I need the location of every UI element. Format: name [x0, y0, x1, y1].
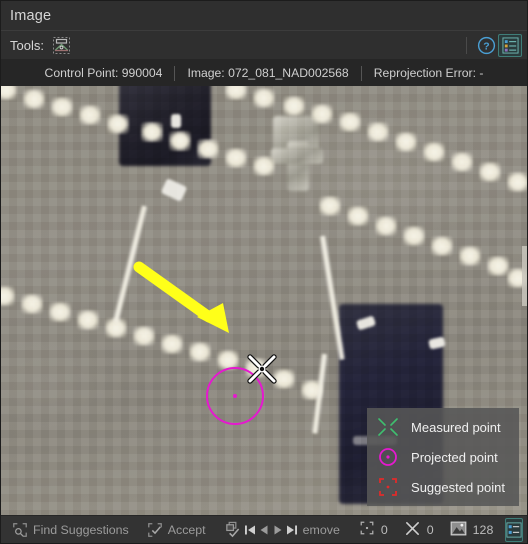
legend-label-projected: Projected point [411, 449, 498, 465]
first-point-button[interactable] [243, 519, 257, 541]
measured-count-value: 0 [426, 522, 434, 537]
tie-point-measure-icon [53, 36, 71, 54]
help-button[interactable]: ? [474, 34, 498, 57]
tools-toolbar: Tools: ? [1, 31, 527, 60]
help-circle-icon: ? [477, 36, 495, 54]
legend-item-projected: Projected point [375, 445, 505, 469]
accept-check-icon [147, 522, 163, 538]
projected-point-center-dot [233, 394, 237, 398]
previous-point-button[interactable] [257, 519, 271, 541]
point-type-legend: Measured point Projected point Suggested… [367, 408, 519, 506]
measured-point-x-icon [375, 415, 401, 439]
image-count-value: 128 [472, 522, 494, 537]
suggested-point-count: 0 [351, 518, 396, 542]
legend-label-measured: Measured point [411, 419, 501, 435]
legend-list-icon [501, 36, 519, 54]
image-count-icon [450, 521, 467, 539]
projected-point-circle-icon [375, 445, 401, 469]
image-count: 128 [442, 518, 502, 542]
svg-text:?: ? [483, 41, 489, 52]
find-suggestions-icon [12, 522, 28, 538]
last-point-icon [286, 525, 297, 534]
image-panel: Image Tools: ? Control Point: 990004 Ima… [0, 0, 528, 544]
remove-point-icon [224, 521, 241, 538]
next-point-icon [274, 525, 282, 534]
image-name-info: Image: 072_081_NAD002568 [187, 66, 349, 80]
yellow-pointer-arrow [133, 261, 229, 333]
panel-titlebar: Image [1, 1, 527, 31]
accept-label: Accept [167, 522, 206, 537]
find-suggestions-label: Find Suggestions [33, 522, 129, 537]
remove-point-button[interactable] [217, 518, 243, 542]
tools-label: Tools: [10, 37, 44, 53]
control-point-info: Control Point: 990004 [44, 66, 163, 80]
remove-label: emove [302, 522, 340, 537]
measured-point-count: 0 [396, 518, 442, 542]
remove-label-wrap[interactable]: emove [299, 518, 347, 542]
legend-toggle-button[interactable] [498, 33, 522, 57]
find-suggestions-button[interactable]: Find Suggestions [5, 518, 136, 542]
measure-crosshair-cursor [247, 354, 277, 384]
next-point-button[interactable] [271, 519, 285, 541]
previous-point-icon [260, 525, 268, 534]
legend-label-suggested: Suggested point [411, 479, 505, 495]
legend-list-icon [506, 521, 522, 538]
image-canvas[interactable]: Measured point Projected point Suggested… [1, 86, 527, 515]
measured-count-icon [404, 520, 421, 540]
tie-point-measure-tool-button[interactable] [50, 34, 74, 57]
toolbar-divider [466, 36, 467, 54]
suggested-point-bracket-icon [375, 475, 401, 499]
last-point-button[interactable] [285, 519, 299, 541]
canvas-edge-sliver [522, 246, 527, 306]
point-info-strip: Control Point: 990004 Image: 072_081_NAD… [1, 60, 527, 86]
statusbar-legend-toggle-button[interactable] [505, 517, 524, 542]
suggested-count-value: 0 [380, 522, 388, 537]
panel-title: Image [10, 7, 52, 24]
legend-item-suggested: Suggested point [375, 475, 505, 499]
first-point-icon [244, 525, 255, 534]
bottom-statusbar: Find Suggestions Accept emove 0 0 128 [1, 515, 527, 543]
accept-button[interactable]: Accept [140, 518, 213, 542]
legend-item-measured: Measured point [375, 415, 505, 439]
suggested-count-icon [359, 520, 375, 539]
reprojection-error-info: Reprojection Error: - [373, 66, 484, 80]
